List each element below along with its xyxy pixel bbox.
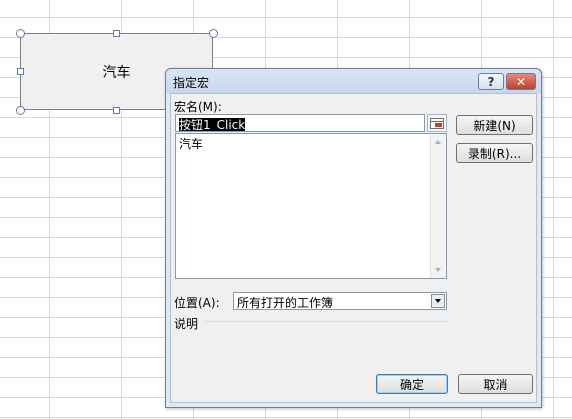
resize-handle-top-right[interactable]	[209, 29, 218, 38]
close-button[interactable]: ✕	[506, 73, 536, 90]
resize-handle-bottom[interactable]	[113, 107, 120, 114]
ok-button[interactable]: 确定	[376, 374, 448, 394]
resize-handle-left[interactable]	[17, 68, 24, 75]
macro-list[interactable]: 汽车	[175, 133, 447, 279]
resize-handle-top-left[interactable]	[16, 29, 25, 38]
dialog-titlebar[interactable]: 指定宏 ? ✕	[166, 69, 541, 93]
dialog-body: 宏名(M): 按钮1_Click 汽车 新建(N) 录制(R)... 位置(A)…	[170, 93, 537, 403]
location-label: 位置(A):	[174, 296, 220, 310]
help-button[interactable]: ?	[478, 73, 504, 90]
resize-handle-bottom-left[interactable]	[16, 106, 25, 115]
description-label: 说明	[174, 317, 199, 331]
assign-macro-dialog: 指定宏 ? ✕ 宏名(M): 按钮1_Click 汽车 新建(N) 录制(R).…	[165, 68, 542, 408]
macro-name-input[interactable]: 按钮1_Click	[175, 114, 425, 132]
resize-handle-top[interactable]	[113, 30, 120, 37]
list-item[interactable]: 汽车	[179, 135, 203, 152]
button-shape-text: 汽车	[102, 64, 131, 81]
scroll-up-icon[interactable]	[435, 140, 441, 144]
chevron-down-icon[interactable]	[431, 294, 445, 308]
new-button[interactable]: 新建(N)	[456, 115, 533, 135]
scroll-down-icon[interactable]	[435, 268, 441, 272]
location-value: 所有打开的工作簿	[237, 296, 334, 310]
range-select-icon[interactable]	[427, 114, 447, 132]
list-scrollbar[interactable]	[430, 134, 446, 278]
description-divider	[205, 321, 447, 322]
record-button[interactable]: 录制(R)...	[456, 143, 533, 163]
cancel-button[interactable]: 取消	[458, 374, 533, 394]
dialog-title: 指定宏	[173, 76, 210, 90]
location-select[interactable]: 所有打开的工作簿	[233, 292, 447, 310]
macro-name-value: 按钮1_Click	[179, 118, 246, 132]
macro-name-label: 宏名(M):	[174, 100, 222, 114]
